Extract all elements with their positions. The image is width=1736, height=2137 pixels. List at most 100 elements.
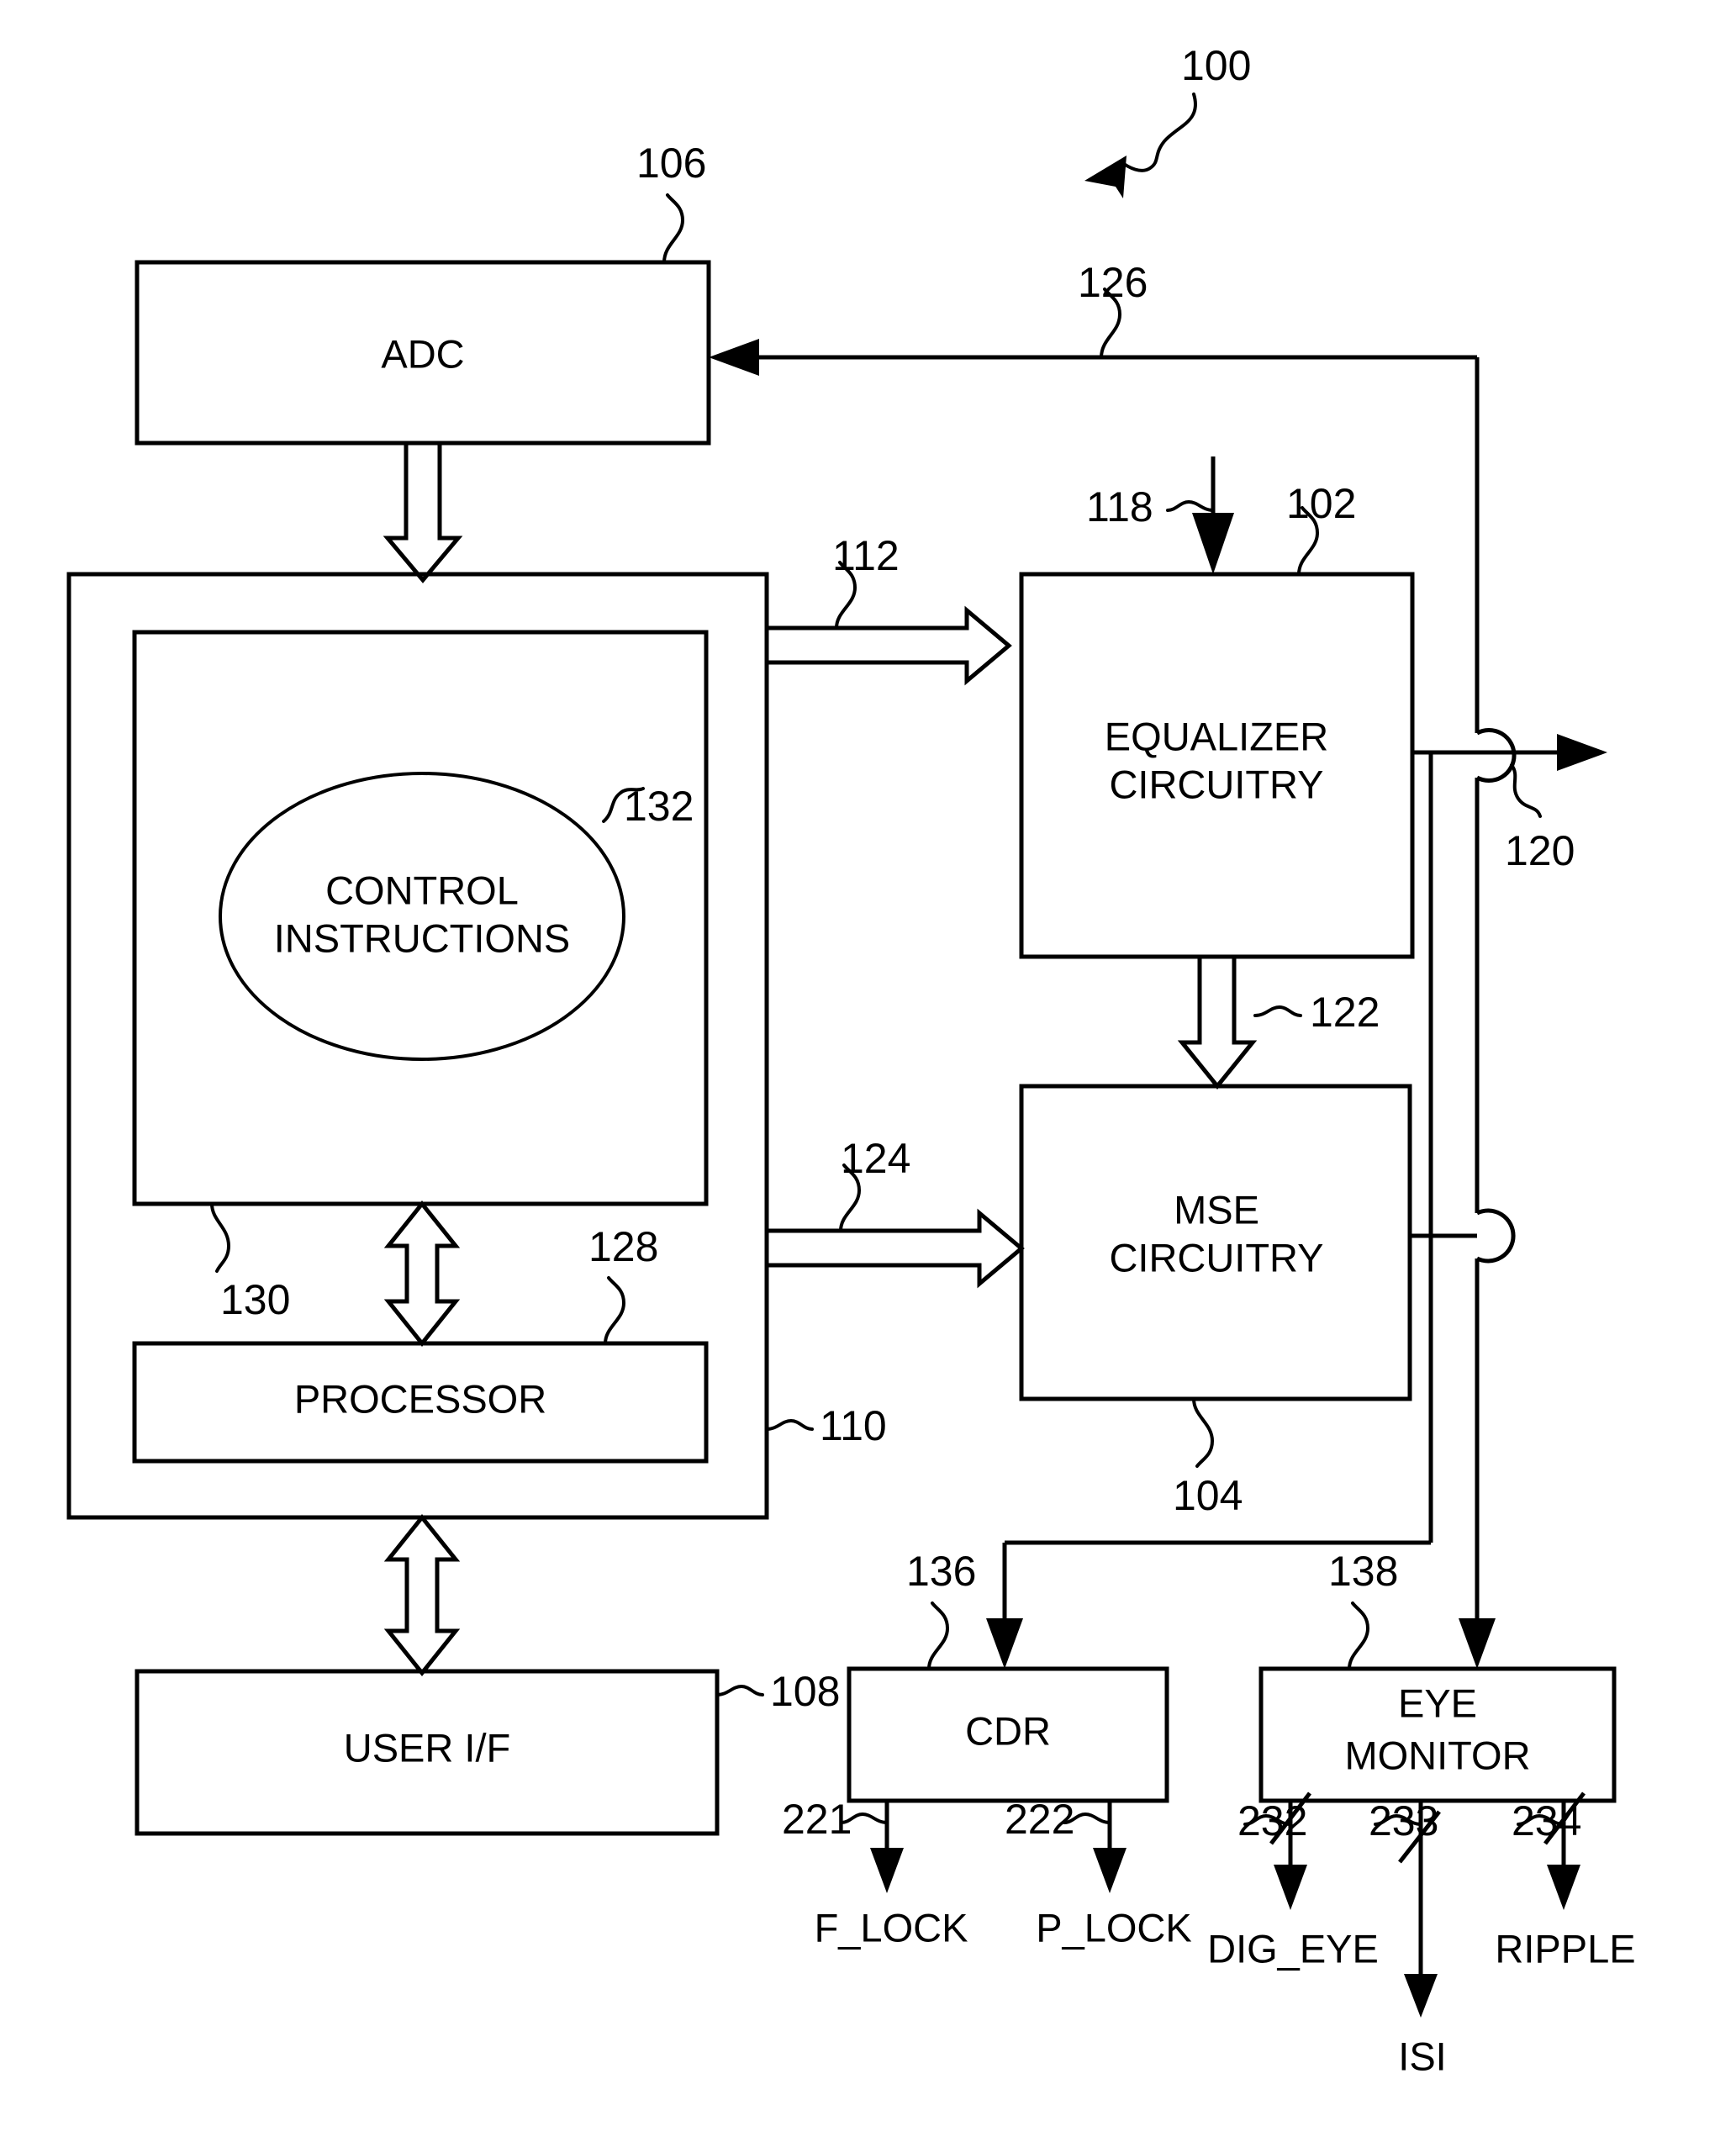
eye-output-ripple: 234 RIPPLE bbox=[1495, 1791, 1636, 1971]
ref-138-leader bbox=[1348, 1601, 1370, 1670]
signal-118-arrowhead bbox=[1192, 513, 1234, 574]
signal-126-arrowhead bbox=[709, 339, 759, 376]
eye-output-dig-eye: 232 DIG_EYE bbox=[1207, 1791, 1379, 1971]
output-ripple-label: RIPPLE bbox=[1495, 1926, 1635, 1971]
ref-108-callout: 108 bbox=[715, 1668, 840, 1715]
bus-cdr-arrowhead bbox=[986, 1618, 1023, 1669]
control-instructions-label-line2: INSTRUCTIONS bbox=[274, 915, 571, 960]
ref-122-label: 122 bbox=[1310, 989, 1380, 1036]
signal-126-hop-over-mse-out bbox=[1475, 1208, 1516, 1264]
ref-110-squiggle bbox=[765, 1418, 814, 1431]
ref-102-callout: 102 bbox=[1286, 480, 1356, 576]
ref-100-label: 100 bbox=[1181, 42, 1251, 89]
ref-102-label: 102 bbox=[1286, 480, 1356, 527]
signal-234-arrowhead bbox=[1547, 1865, 1580, 1910]
memory-processor-bus bbox=[383, 1200, 461, 1348]
system-leader-squiggle bbox=[1119, 92, 1197, 172]
ref-138-label: 138 bbox=[1328, 1548, 1398, 1595]
control-instructions-label-line1: CONTROL bbox=[325, 868, 519, 912]
signal-120-arrowhead bbox=[1557, 734, 1607, 771]
ref-124-label: 124 bbox=[841, 1135, 910, 1182]
controller-userif-double-arrow bbox=[383, 1513, 461, 1677]
memory-processor-double-arrow bbox=[383, 1200, 461, 1348]
ref-106-leader bbox=[662, 193, 685, 264]
ref-110-label: 110 bbox=[820, 1402, 887, 1449]
signal-221-arrowhead bbox=[870, 1848, 904, 1893]
eye-output-isi: 233 ISI bbox=[1369, 1797, 1447, 2078]
signal-126-feedback: 126 bbox=[709, 259, 1517, 1669]
ref-136-callout: 136 bbox=[906, 1548, 976, 1670]
ref-221-label: 221 bbox=[782, 1796, 852, 1843]
ref-118-squiggle bbox=[1166, 499, 1215, 512]
ref-120-label: 120 bbox=[1505, 827, 1575, 874]
signal-232-arrowhead bbox=[1274, 1865, 1307, 1910]
signal-124-arrow bbox=[764, 1208, 1025, 1289]
signal-126-hop-over-120 bbox=[1475, 728, 1517, 783]
ref-104-callout: 104 bbox=[1173, 1397, 1243, 1519]
user-if-block-label: USER I/F bbox=[344, 1725, 510, 1770]
system-reference-callout: 100 bbox=[1084, 42, 1251, 198]
system-leader-arrowhead bbox=[1084, 156, 1127, 198]
equalizer-block-label-line2: CIRCUITRY bbox=[1109, 762, 1323, 806]
ref-132-label: 132 bbox=[624, 783, 694, 830]
signal-233-arrowhead bbox=[1404, 1974, 1438, 2018]
ref-136-leader bbox=[927, 1601, 950, 1670]
signal-126-to-eye-arrowhead bbox=[1459, 1618, 1496, 1669]
ref-138-callout: 138 bbox=[1328, 1548, 1398, 1670]
ref-104-label: 104 bbox=[1173, 1472, 1243, 1519]
ref-106-callout: 106 bbox=[636, 140, 706, 264]
ref-130-callout: 130 bbox=[210, 1202, 290, 1323]
eye-monitor-label-line1: EYE bbox=[1398, 1681, 1477, 1725]
output-isi-label: ISI bbox=[1398, 2034, 1446, 2078]
signal-122: 122 bbox=[1177, 954, 1380, 1090]
signal-118: 118 bbox=[1086, 456, 1234, 574]
ref-128-leader bbox=[604, 1276, 626, 1345]
ref-233-label: 233 bbox=[1369, 1797, 1438, 1844]
ref-112-callout: 112 bbox=[832, 532, 900, 630]
adc-to-controller-arrow bbox=[383, 441, 463, 583]
mse-block-label-line2: CIRCUITRY bbox=[1109, 1235, 1323, 1280]
signal-112-arrow bbox=[764, 605, 1012, 686]
block-diagram-canvas: 100 ADC 106 126 110 130 CONTROL INSTRUCT… bbox=[66, 42, 1636, 2078]
ref-118-label: 118 bbox=[1086, 483, 1153, 530]
signal-124: 124 bbox=[764, 1135, 1025, 1289]
mse-block-label-line1: MSE bbox=[1174, 1187, 1259, 1232]
cdr-output-f-lock: 221 F_LOCK bbox=[782, 1796, 968, 1950]
signal-112: 112 bbox=[764, 532, 1012, 686]
ref-122-squiggle bbox=[1253, 1005, 1302, 1017]
signal-122-arrow bbox=[1177, 954, 1258, 1090]
output-dig-eye-label: DIG_EYE bbox=[1207, 1926, 1379, 1971]
ref-130-label: 130 bbox=[220, 1276, 290, 1323]
ref-130-leader bbox=[210, 1202, 231, 1273]
ref-126-label: 126 bbox=[1078, 259, 1148, 306]
eye-monitor-label-line2: MONITOR bbox=[1344, 1733, 1530, 1777]
ref-126-callout: 126 bbox=[1078, 259, 1148, 359]
adc-to-controller-bus bbox=[383, 441, 463, 583]
ref-118-callout: 118 bbox=[1086, 483, 1215, 530]
ref-108-squiggle bbox=[715, 1684, 764, 1696]
ref-132-callout: 132 bbox=[602, 783, 694, 830]
ref-120-leader bbox=[1510, 763, 1542, 818]
equalizer-block-label-line1: EQUALIZER bbox=[1105, 714, 1328, 758]
ref-108-label: 108 bbox=[770, 1668, 840, 1715]
ref-106-label: 106 bbox=[636, 140, 706, 187]
adc-block-label: ADC bbox=[381, 331, 464, 376]
ref-122-callout: 122 bbox=[1253, 989, 1380, 1036]
ref-110-callout: 110 bbox=[765, 1402, 887, 1449]
output-p-lock-label: P_LOCK bbox=[1036, 1905, 1191, 1950]
patent-figure: 100 ADC 106 126 110 130 CONTROL INSTRUCT… bbox=[0, 0, 1736, 2137]
cdr-block-label: CDR bbox=[965, 1708, 1051, 1753]
ref-128-label: 128 bbox=[588, 1223, 658, 1270]
ref-120-callout: 120 bbox=[1505, 763, 1575, 874]
ref-136-label: 136 bbox=[906, 1548, 976, 1595]
controller-userif-bus bbox=[383, 1513, 461, 1677]
ref-234-label: 234 bbox=[1512, 1797, 1581, 1844]
processor-block-label: PROCESSOR bbox=[294, 1376, 546, 1421]
signal-222-arrowhead bbox=[1093, 1848, 1127, 1893]
ref-222-label: 222 bbox=[1005, 1796, 1074, 1843]
ref-124-callout: 124 bbox=[839, 1135, 910, 1232]
output-f-lock-label: F_LOCK bbox=[815, 1905, 968, 1950]
cdr-output-p-lock: 222 P_LOCK bbox=[1005, 1796, 1192, 1950]
signal-120: 120 bbox=[1412, 734, 1607, 1202]
ref-104-leader bbox=[1192, 1397, 1215, 1468]
